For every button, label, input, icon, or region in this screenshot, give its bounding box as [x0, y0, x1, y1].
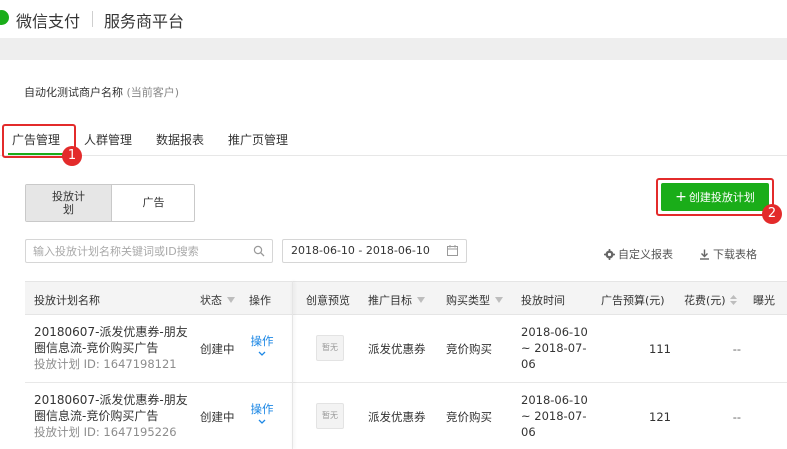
status-cell: 创建中 — [200, 410, 235, 424]
filter-icon[interactable] — [417, 297, 425, 303]
plan-name-line2: 圈信息流-竞价购买广告 — [34, 409, 159, 423]
fixed-columns-divider — [292, 281, 293, 449]
delivery-time-cell: 2018-06-10 ~ 2018-07- 06 — [521, 392, 601, 440]
filter-icon[interactable] — [227, 297, 235, 303]
status-cell: 创建中 — [200, 342, 235, 356]
main-tabs: 广告管理 人群管理 数据报表 推广页管理 — [0, 122, 787, 156]
col-buy-type[interactable]: 购买类型 — [446, 292, 503, 308]
operation-dropdown[interactable]: 操作 — [249, 333, 275, 359]
col-operation: 操作 — [249, 294, 271, 307]
header-gray-band — [0, 38, 787, 60]
wechat-pay-logo-icon — [0, 10, 9, 25]
col-promo-target-label: 推广目标 — [368, 294, 412, 307]
col-plan-name: 投放计划名称 — [34, 294, 100, 307]
col-budget: 广告预算(元) — [601, 294, 665, 307]
callout-badge-2: 2 — [762, 204, 782, 224]
promo-target-cell: 派发优惠券 — [368, 342, 426, 356]
col-status-label: 状态 — [200, 294, 222, 307]
view-toggle: 投放计 划 广告 — [25, 184, 195, 222]
creative-preview-placeholder: 暂无 — [316, 403, 344, 429]
tab-landing-page-management[interactable]: 推广页管理 — [228, 131, 288, 148]
time-line3: 06 — [521, 425, 536, 439]
calendar-icon — [447, 245, 458, 256]
brand-name: 微信支付 — [16, 12, 81, 31]
spend-cell: -- — [732, 410, 741, 424]
table-row: 20180607-派发优惠券-朋友 圈信息流-竞价购买广告 投放计划 ID: 1… — [25, 383, 787, 449]
time-line3: 06 — [521, 357, 536, 371]
filter-icon[interactable] — [495, 297, 503, 303]
top-header: 微信支付 服务商平台 — [0, 0, 787, 38]
promo-target-cell: 派发优惠券 — [368, 410, 426, 424]
plan-name-line2: 圈信息流-竞价购买广告 — [34, 341, 159, 355]
plan-name-line1: 20180607-派发优惠券-朋友 — [34, 325, 188, 339]
col-spend[interactable]: 花费(元) — [684, 292, 737, 308]
operation-label: 操作 — [250, 402, 274, 416]
creative-preview-placeholder: 暂无 — [316, 335, 344, 361]
callout-highlight-button — [656, 178, 774, 216]
table-row: 20180607-派发优惠券-朋友 圈信息流-竞价购买广告 投放计划 ID: 1… — [25, 315, 787, 383]
toggle-plan[interactable]: 投放计 划 — [26, 185, 111, 221]
platform-name: 服务商平台 — [104, 12, 185, 31]
search-icon[interactable] — [253, 245, 265, 257]
merchant-name: 自动化测试商户名称 — [24, 86, 123, 99]
date-range-value: 2018-06-10 - 2018-06-10 — [291, 244, 430, 257]
tab-audience-management[interactable]: 人群管理 — [84, 131, 132, 148]
buy-type-cell: 竞价购买 — [446, 410, 492, 424]
plan-id: 投放计划 ID: 1647198121 — [34, 357, 177, 371]
gear-icon — [604, 249, 615, 260]
download-table-link[interactable]: 下载表格 — [699, 246, 757, 262]
custom-report-label: 自定义报表 — [618, 248, 673, 261]
chevron-down-icon — [258, 419, 266, 424]
col-exposure: 曝光 — [753, 294, 775, 307]
toggle-plan-label-line2: 划 — [63, 203, 74, 216]
time-line2: ~ 2018-07- — [521, 341, 587, 355]
time-line1: 2018-06-10 — [521, 393, 588, 407]
col-delivery-time: 投放时间 — [521, 294, 565, 307]
merchant-current-label: (当前客户) — [126, 86, 180, 99]
buy-type-cell: 竞价购买 — [446, 342, 492, 356]
col-buy-type-label: 购买类型 — [446, 294, 490, 307]
toggle-ad[interactable]: 广告 — [111, 185, 194, 221]
plan-name-cell: 20180607-派发优惠券-朋友 圈信息流-竞价购买广告 投放计划 ID: 1… — [34, 392, 206, 440]
plan-name-line1: 20180607-派发优惠券-朋友 — [34, 393, 188, 407]
merchant-title: 自动化测试商户名称 (当前客户) — [24, 84, 179, 100]
plan-id: 投放计划 ID: 1647195226 — [34, 425, 177, 439]
chevron-down-icon — [258, 351, 266, 356]
download-icon — [700, 249, 709, 260]
callout-badge-1: 1 — [62, 146, 82, 166]
spend-cell: -- — [732, 342, 741, 356]
search-input[interactable] — [33, 243, 248, 259]
custom-report-link[interactable]: 自定义报表 — [604, 246, 673, 262]
col-status[interactable]: 状态 — [200, 292, 235, 308]
tab-data-reports[interactable]: 数据报表 — [156, 131, 204, 148]
budget-cell: 111 — [649, 342, 671, 356]
budget-cell: 121 — [649, 410, 671, 424]
operation-label: 操作 — [250, 334, 274, 348]
table-header: 投放计划名称 状态 操作 创意预览 推广目标 购买类型 投放时间 广告预算(元)… — [25, 281, 787, 315]
toggle-plan-label-line1: 投放计 — [52, 190, 85, 203]
download-table-label: 下载表格 — [713, 248, 757, 261]
col-creative-preview: 创意预览 — [306, 294, 350, 307]
plan-name-cell: 20180607-派发优惠券-朋友 圈信息流-竞价购买广告 投放计划 ID: 1… — [34, 324, 206, 372]
col-promo-target[interactable]: 推广目标 — [368, 292, 425, 308]
delivery-time-cell: 2018-06-10 ~ 2018-07- 06 — [521, 324, 601, 372]
date-range-picker[interactable]: 2018-06-10 - 2018-06-10 — [282, 239, 467, 263]
header-divider — [92, 11, 93, 27]
sort-icon[interactable] — [729, 295, 737, 305]
time-line1: 2018-06-10 — [521, 325, 588, 339]
time-line2: ~ 2018-07- — [521, 409, 587, 423]
search-box — [25, 239, 273, 263]
col-spend-label: 花费(元) — [684, 294, 726, 307]
operation-dropdown[interactable]: 操作 — [249, 401, 275, 427]
